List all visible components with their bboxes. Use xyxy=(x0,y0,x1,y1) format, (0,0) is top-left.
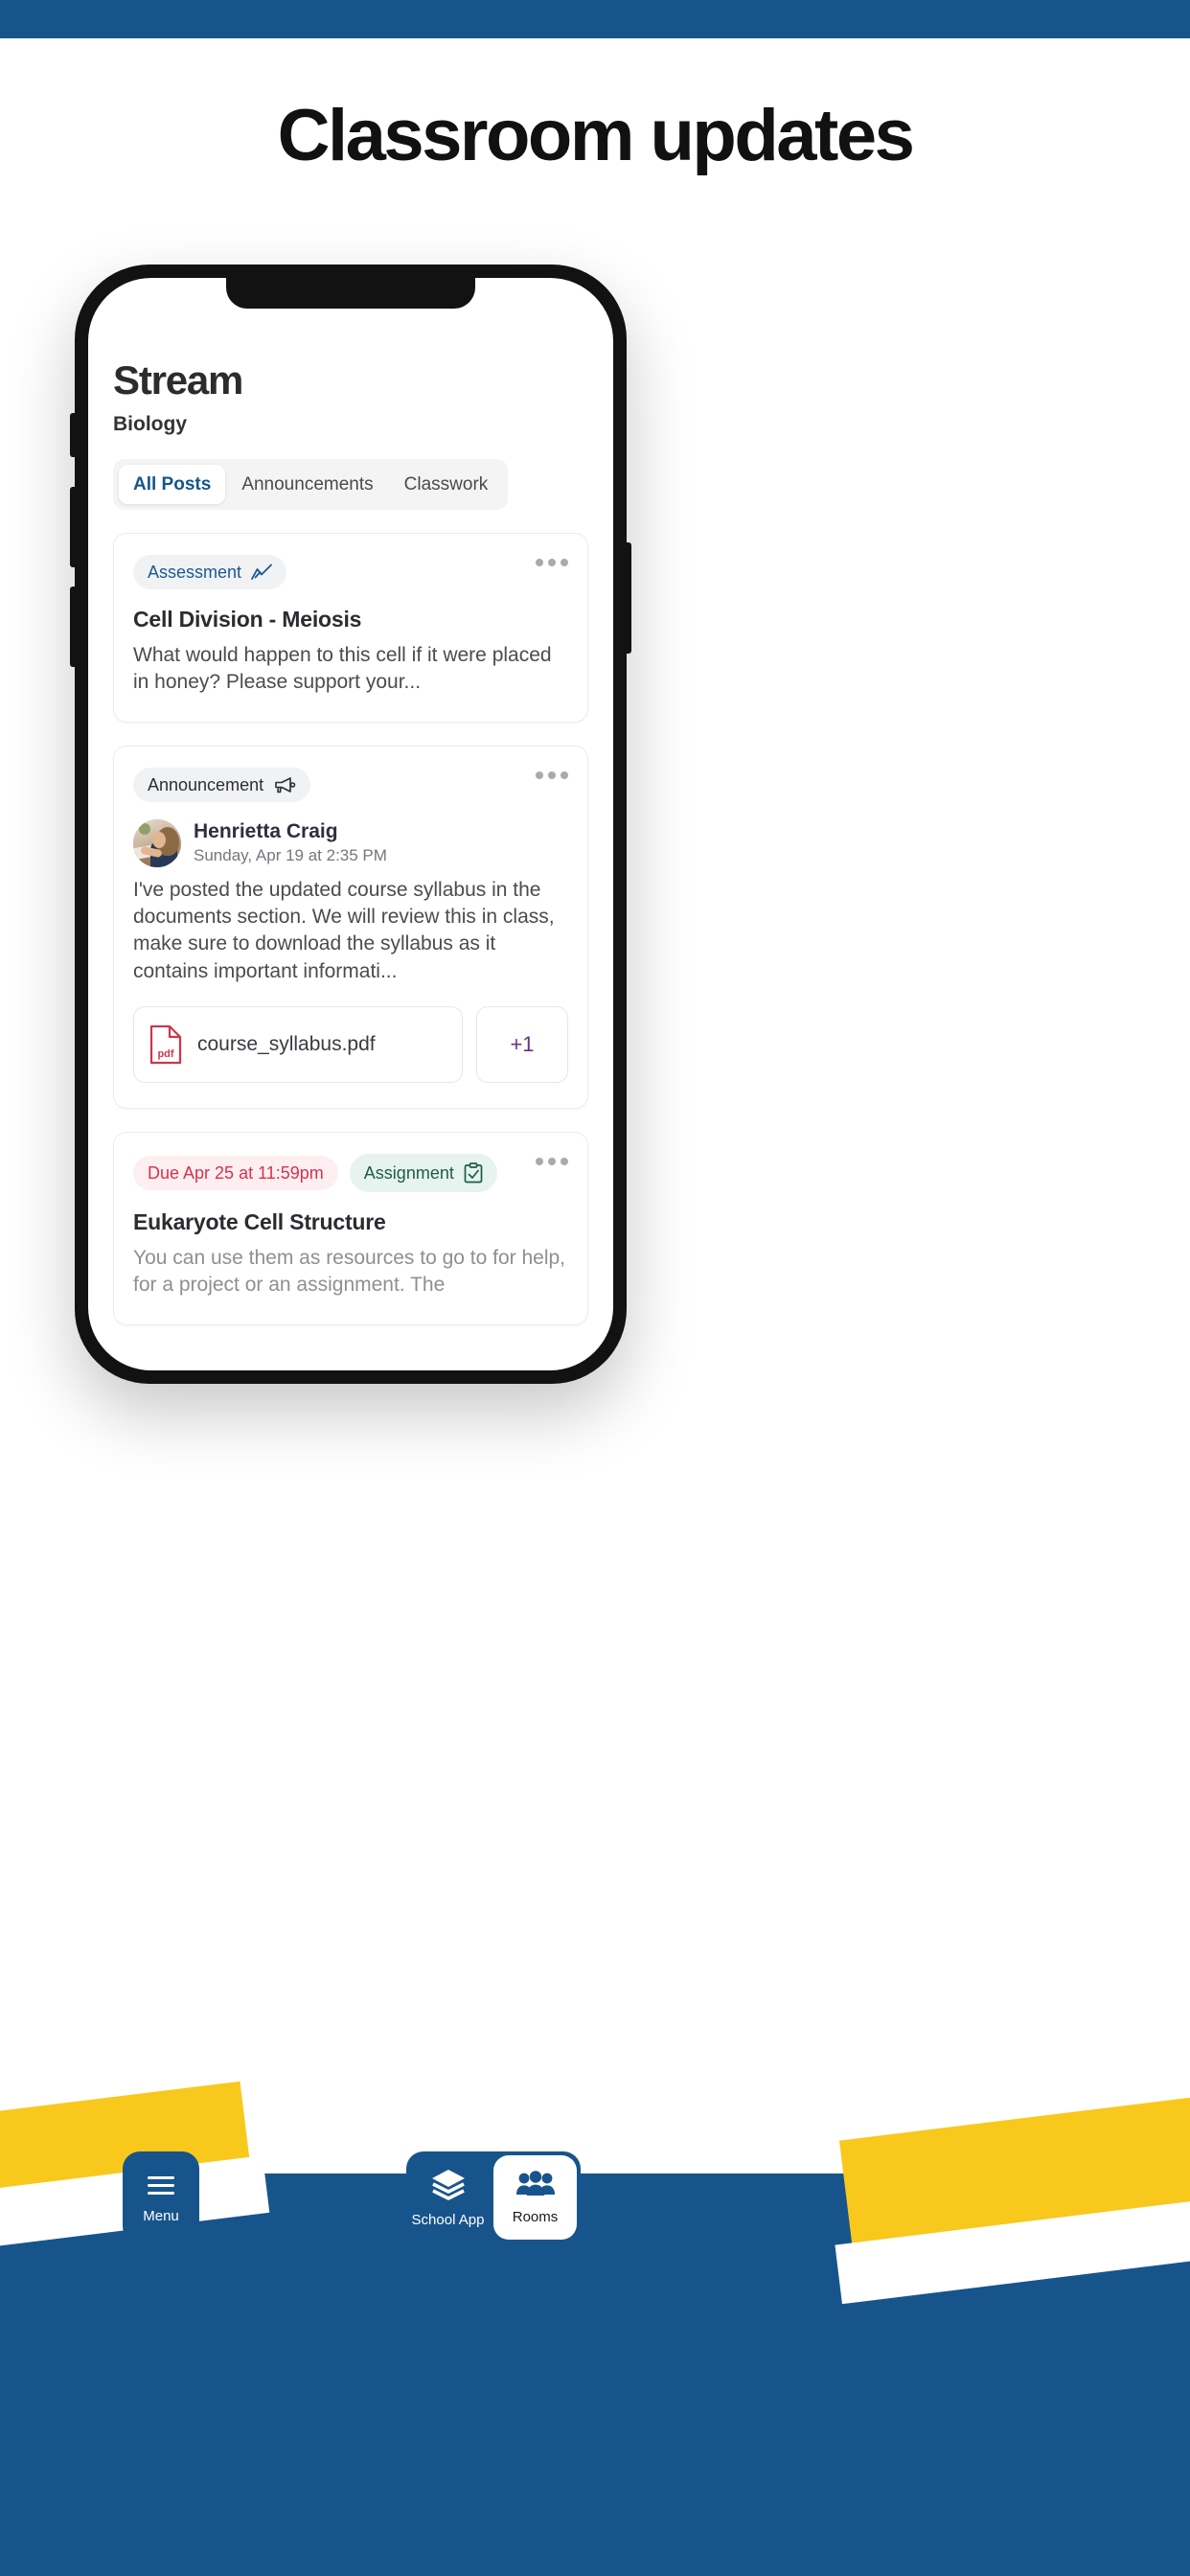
due-date-badge: Due Apr 25 at 11:59pm xyxy=(133,1156,338,1191)
card-header: Due Apr 25 at 11:59pm Assignment xyxy=(133,1154,568,1193)
layers-icon xyxy=(429,2168,468,2205)
card-header: Assessment xyxy=(133,555,568,589)
pdf-file-icon: pdf xyxy=(149,1024,182,1065)
post-title: Eukaryote Cell Structure xyxy=(133,1209,386,1235)
attachment-filename: course_syllabus.pdf xyxy=(197,1033,376,1056)
post-card-assessment[interactable]: Assessment Cell Division - Meiosis What … xyxy=(113,533,588,723)
avatar xyxy=(133,818,181,867)
post-timestamp: Sunday, Apr 19 at 2:35 PM xyxy=(194,846,387,865)
app-switcher: School App Rooms xyxy=(406,2151,581,2243)
phone-power-button xyxy=(626,542,631,654)
phone-screen: Stream Biology All Posts Announcements C… xyxy=(88,278,613,1370)
attachment-overflow-button[interactable]: +1 xyxy=(476,1006,568,1084)
chart-check-icon xyxy=(251,564,272,581)
attachment-item[interactable]: pdf course_syllabus.pdf xyxy=(133,1006,463,1084)
svg-text:pdf: pdf xyxy=(157,1048,173,1060)
more-options-icon[interactable] xyxy=(536,1158,568,1166)
post-body: You can use them as resources to go to f… xyxy=(133,1247,565,1297)
clipboard-check-icon xyxy=(464,1162,483,1184)
post-title: Cell Division - Meiosis xyxy=(133,607,362,632)
post-card-assignment[interactable]: Due Apr 25 at 11:59pm Assignment Eukaryo… xyxy=(113,1132,588,1325)
author-name: Henrietta Craig xyxy=(194,820,338,843)
badge-label: Assessment xyxy=(148,563,242,582)
card-header: Announcement xyxy=(133,767,568,802)
more-options-icon[interactable] xyxy=(536,559,568,566)
tab-announcements[interactable]: Announcements xyxy=(227,465,387,504)
post-author: Henrietta Craig Sunday, Apr 19 at 2:35 P… xyxy=(133,818,568,867)
megaphone-icon xyxy=(273,776,296,794)
people-group-icon xyxy=(515,2171,556,2202)
school-app-label: School App xyxy=(411,2212,485,2228)
status-badge-announcement: Announcement xyxy=(133,767,311,802)
author-meta: Henrietta Craig Sunday, Apr 19 at 2:35 P… xyxy=(194,820,387,865)
phone-volume-up-button xyxy=(70,487,76,567)
post-body: What would happen to this cell if it wer… xyxy=(133,644,552,694)
rooms-label: Rooms xyxy=(512,2209,559,2225)
badge-label: Assignment xyxy=(363,1163,454,1184)
app-viewport: Stream Biology All Posts Announcements C… xyxy=(88,278,613,1370)
attachment-list: pdf course_syllabus.pdf +1 xyxy=(133,1006,568,1084)
phone-notch xyxy=(226,278,475,309)
top-accent-bar xyxy=(0,0,1190,38)
hamburger-icon xyxy=(148,2172,174,2199)
more-options-icon[interactable] xyxy=(536,770,568,779)
page-title: Stream xyxy=(113,357,243,402)
phone-mockup: Stream Biology All Posts Announcements C… xyxy=(70,264,631,1384)
menu-button[interactable]: Menu xyxy=(123,2151,199,2243)
stream-filter-tabs: All Posts Announcements Classwork xyxy=(113,459,509,510)
page-headline: Classroom updates xyxy=(277,95,915,176)
tab-all-posts[interactable]: All Posts xyxy=(119,465,226,504)
school-app-button[interactable]: School App xyxy=(406,2151,490,2243)
phone-mute-button xyxy=(70,413,76,457)
menu-button-label: Menu xyxy=(143,2208,179,2224)
phone-volume-down-button xyxy=(70,586,76,667)
badge-label: Announcement xyxy=(148,774,264,794)
post-card-announcement[interactable]: Announcement Henrietta Craig Sunday, Apr… xyxy=(113,745,588,1110)
course-name: Biology xyxy=(113,413,187,435)
rooms-button[interactable]: Rooms xyxy=(493,2155,577,2240)
status-badge-assessment: Assessment xyxy=(133,555,287,589)
status-badge-assignment: Assignment xyxy=(349,1154,497,1193)
tab-classwork[interactable]: Classwork xyxy=(390,465,503,504)
post-body: I've posted the updated course syllabus … xyxy=(133,878,555,982)
